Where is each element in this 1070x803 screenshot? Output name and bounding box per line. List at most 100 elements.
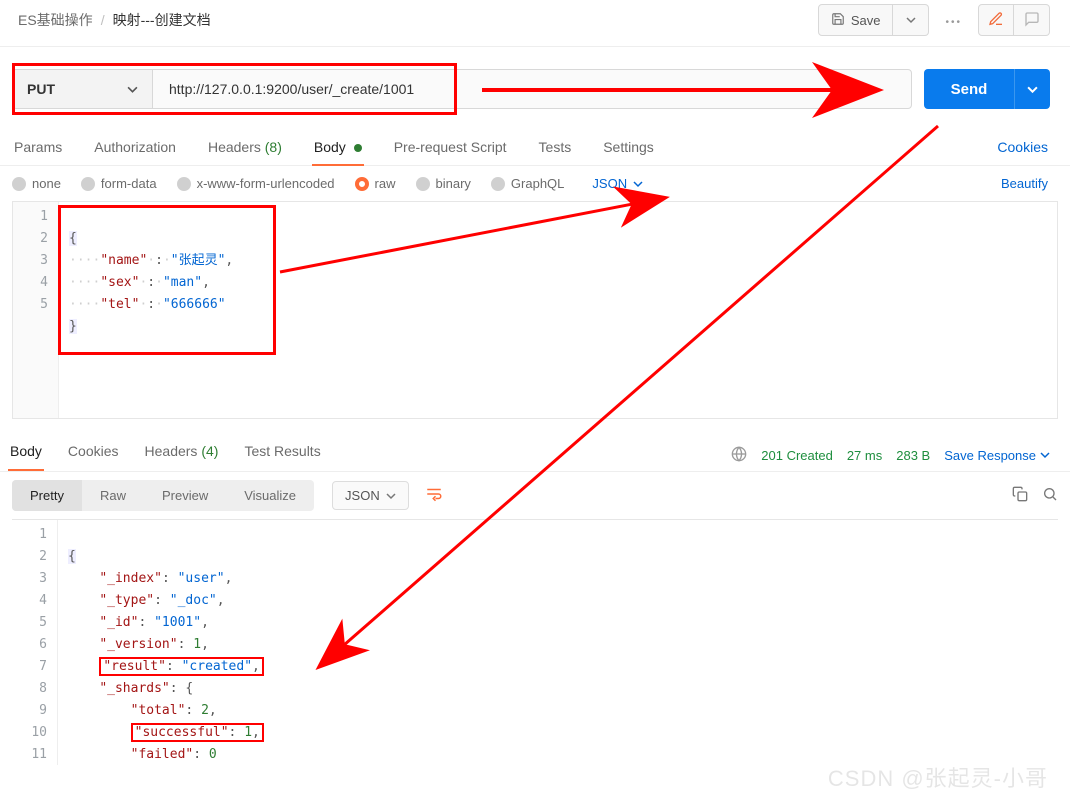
chevron-down-icon	[1027, 84, 1038, 95]
top-actions: Save	[818, 4, 1050, 36]
url-row: PUT Send	[12, 69, 1050, 109]
status-code: 201 Created	[761, 448, 833, 463]
resp-tab-test-results[interactable]: Test Results	[242, 439, 322, 471]
watermark: CSDN @张起灵-小哥	[828, 761, 1048, 793]
more-menu[interactable]	[939, 13, 968, 28]
response-toolbar-right	[1012, 486, 1058, 505]
wrap-lines-icon[interactable]	[425, 485, 443, 506]
chevron-down-icon	[386, 491, 396, 501]
chevron-down-icon	[633, 179, 643, 189]
gutter-line: 4	[12, 590, 47, 612]
save-button[interactable]: Save	[818, 4, 894, 36]
tab-prerequest[interactable]: Pre-request Script	[392, 133, 509, 165]
edit-icon	[988, 11, 1004, 30]
request-tabs: Params Authorization Headers (8) Body Pr…	[0, 133, 1070, 166]
tab-body-label: Body	[314, 139, 346, 155]
response-view-segmented: Pretty Raw Preview Visualize	[12, 480, 314, 511]
chevron-down-icon	[127, 84, 138, 95]
resp-tab-headers-count: (4)	[201, 443, 218, 459]
resp-tab-headers[interactable]: Headers (4)	[143, 439, 221, 471]
chevron-down-icon	[906, 15, 916, 25]
radio-urlencoded[interactable]: x-www-form-urlencoded	[177, 176, 335, 191]
code-content[interactable]: { ····"name"·:·"张起灵", ····"sex"·:·"man",…	[59, 202, 1057, 418]
response-format-dropdown[interactable]: JSON	[332, 481, 409, 510]
chevron-down-icon	[1040, 450, 1050, 460]
radio-none-label: none	[32, 176, 61, 191]
send-group: Send	[924, 69, 1050, 109]
breadcrumb-sep: /	[101, 12, 105, 28]
gutter-line: 6	[12, 634, 47, 656]
radio-raw[interactable]: raw	[355, 176, 396, 191]
resp-view-raw[interactable]: Raw	[82, 480, 144, 511]
save-icon	[831, 12, 845, 29]
response-tabs: Body Cookies Headers (4) Test Results	[8, 439, 323, 471]
url-input[interactable]	[152, 69, 912, 109]
cookies-link[interactable]: Cookies	[987, 133, 1058, 165]
response-size: 283 B	[896, 448, 930, 463]
breadcrumb-root[interactable]: ES基础操作	[18, 10, 93, 30]
gutter-line: 5	[12, 612, 47, 634]
gutter-line: 3	[13, 250, 48, 272]
gutter-line: 11	[12, 744, 47, 765]
send-button[interactable]: Send	[924, 69, 1014, 109]
tab-body[interactable]: Body	[312, 133, 364, 165]
resp-tab-headers-label: Headers	[145, 443, 198, 459]
gutter-line: 9	[12, 700, 47, 722]
response-body-viewer[interactable]: 1 2 3 4 5 6 7 8 9 10 11 { "_index": "use…	[12, 519, 1058, 765]
gutter-line: 2	[13, 228, 48, 250]
resp-view-pretty[interactable]: Pretty	[12, 480, 82, 511]
resp-view-preview[interactable]: Preview	[144, 480, 226, 511]
dirty-dot-icon	[354, 144, 362, 152]
beautify-link[interactable]: Beautify	[1001, 176, 1058, 191]
response-format-value: JSON	[345, 488, 380, 503]
request-body-editor[interactable]: 1 2 3 4 5 { ····"name"·:·"张起灵", ····"sex…	[12, 201, 1058, 419]
radio-formdata[interactable]: form-data	[81, 176, 157, 191]
response-time: 27 ms	[847, 448, 882, 463]
send-dropdown[interactable]	[1014, 69, 1050, 109]
comment-button[interactable]	[1014, 4, 1050, 36]
resp-tab-cookies[interactable]: Cookies	[66, 439, 121, 471]
search-icon[interactable]	[1042, 486, 1058, 505]
body-format-dropdown[interactable]: JSON	[592, 176, 643, 191]
radio-raw-label: raw	[375, 176, 396, 191]
gutter-line: 1	[12, 524, 47, 546]
radio-binary[interactable]: binary	[416, 176, 471, 191]
gutter-line: 2	[12, 546, 47, 568]
code-content[interactable]: { "_index": "user", "_type": "_doc", "_i…	[58, 520, 1058, 765]
tab-authorization[interactable]: Authorization	[92, 133, 178, 165]
save-dropdown[interactable]	[893, 4, 929, 36]
method-select[interactable]: PUT	[12, 69, 152, 109]
tab-params[interactable]: Params	[12, 133, 64, 165]
save-response-label: Save Response	[944, 448, 1036, 463]
topbar: ES基础操作 / 映射---创建文档 Save	[0, 0, 1070, 47]
comment-icon	[1024, 11, 1040, 30]
resp-view-visualize[interactable]: Visualize	[226, 480, 314, 511]
annotation-frame: "successful": 1,	[131, 723, 264, 742]
tab-tests[interactable]: Tests	[537, 133, 574, 165]
gutter-line: 1	[13, 206, 48, 228]
radio-none[interactable]: none	[12, 176, 61, 191]
radio-graphql[interactable]: GraphQL	[491, 176, 564, 191]
save-button-group: Save	[818, 4, 930, 36]
response-toolbar: Pretty Raw Preview Visualize JSON	[0, 471, 1070, 519]
gutter-line: 7	[12, 656, 47, 678]
resp-tab-body[interactable]: Body	[8, 439, 44, 471]
line-gutter: 1 2 3 4 5 6 7 8 9 10 11	[12, 520, 58, 765]
method-value: PUT	[27, 81, 55, 97]
response-status: 201 Created 27 ms 283 B Save Response	[731, 446, 1050, 465]
body-type-row: none form-data x-www-form-urlencoded raw…	[0, 166, 1070, 201]
breadcrumb-leaf: 映射---创建文档	[113, 10, 211, 30]
radio-urlencoded-label: x-www-form-urlencoded	[197, 176, 335, 191]
gutter-line: 8	[12, 678, 47, 700]
gutter-line: 4	[13, 272, 48, 294]
tab-headers[interactable]: Headers (8)	[206, 133, 284, 165]
tab-settings[interactable]: Settings	[601, 133, 656, 165]
radio-graphql-label: GraphQL	[511, 176, 564, 191]
body-format-value: JSON	[592, 176, 627, 191]
globe-icon[interactable]	[731, 446, 747, 465]
copy-icon[interactable]	[1012, 486, 1028, 505]
save-response-dropdown[interactable]: Save Response	[944, 448, 1050, 463]
radio-formdata-label: form-data	[101, 176, 157, 191]
tab-headers-count: (8)	[265, 139, 282, 155]
edit-button[interactable]	[978, 4, 1014, 36]
